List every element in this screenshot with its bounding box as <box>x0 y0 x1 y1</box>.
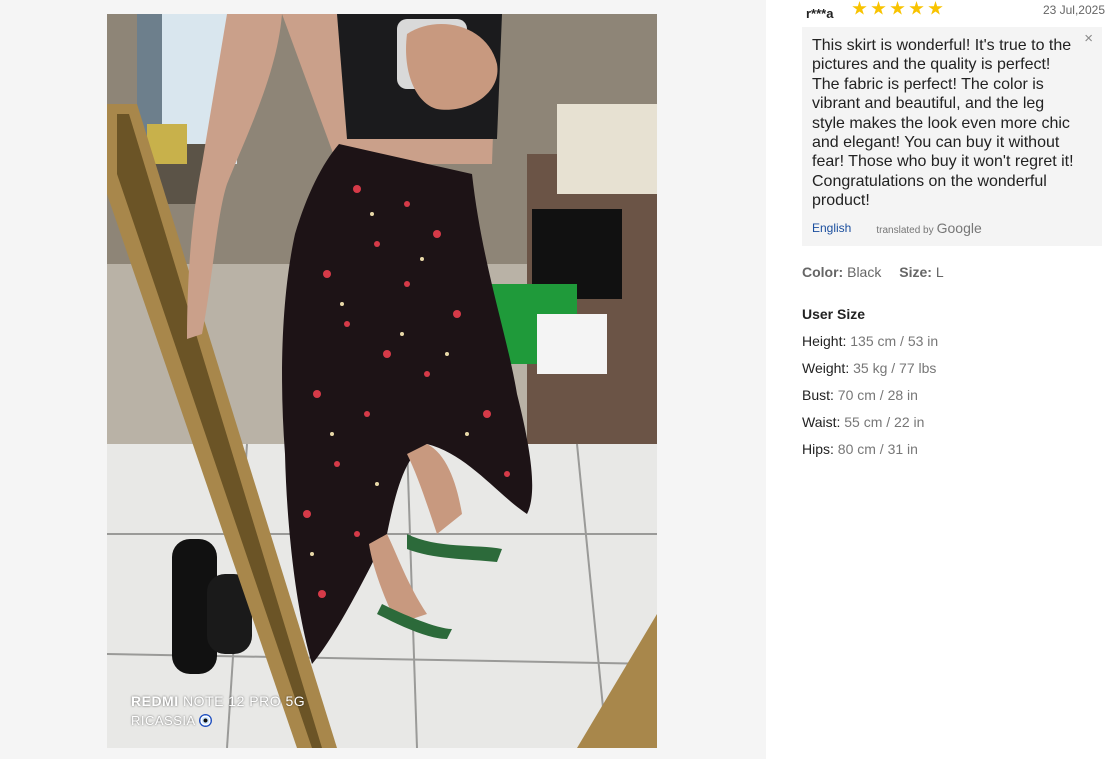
star-icon <box>890 1 905 15</box>
review-photo-image <box>107 14 657 748</box>
size-label: Hips: <box>802 440 834 457</box>
size-label: Height: <box>802 332 847 349</box>
star-icon <box>852 1 867 15</box>
review-content-box: × This skirt is wonderful! It's true to … <box>802 27 1102 246</box>
size-value: 55 cm / 22 in <box>844 413 925 430</box>
photo-panel: REDMI NOTE 12 PRO 5G RICASSIA <box>0 0 766 759</box>
photo-watermark: REDMI NOTE 12 PRO 5G RICASSIA <box>131 693 305 728</box>
close-icon[interactable]: × <box>1084 31 1093 46</box>
translated-by-label: translated by <box>876 224 934 236</box>
color-value: Black <box>847 263 882 280</box>
user-size-title: User Size <box>802 305 866 322</box>
user-size-hips: Hips: 80 cm / 31 in <box>802 441 1107 457</box>
size-value: 35 kg / 77 lbs <box>853 359 937 376</box>
star-icon <box>909 1 924 15</box>
review-date: 23 Jul,2025 <box>1042 3 1105 17</box>
size-value: 135 cm / 53 in <box>850 332 939 349</box>
user-size-height: Height: 135 cm / 53 in <box>802 333 1107 349</box>
review-text: This skirt is wonderful! It's true to th… <box>812 37 1074 210</box>
user-size-bust: Bust: 70 cm / 28 in <box>802 387 1107 403</box>
star-rating <box>852 1 943 16</box>
google-logo: Google <box>936 219 982 236</box>
color-label: Color: <box>802 263 844 280</box>
size-label: Weight: <box>802 359 850 376</box>
translation-language-link[interactable]: English <box>812 221 851 235</box>
star-icon <box>871 1 886 15</box>
watermark-user: RICASSIA <box>131 713 196 728</box>
evil-eye-icon <box>198 714 212 727</box>
watermark-model: NOTE 12 PRO 5G <box>183 693 306 709</box>
size-label: Bust: <box>802 386 834 403</box>
translated-by: translated by Google <box>876 220 981 236</box>
translation-bar: English translated by Google <box>812 220 1076 236</box>
reviewer-name: r***a <box>806 6 834 21</box>
size-value: 70 cm / 28 in <box>837 386 918 403</box>
star-icon <box>928 1 943 15</box>
watermark-brand: REDMI <box>131 693 179 709</box>
review-header: r***a 23 Jul,2025 <box>802 0 1107 24</box>
sku-info: Color: Black Size: L <box>802 264 1107 280</box>
review-panel: r***a 23 Jul,2025 × This skirt is wonder… <box>802 0 1107 457</box>
size-label: Size: <box>899 263 932 280</box>
size-label: Waist: <box>802 413 841 430</box>
size-value: 80 cm / 31 in <box>837 440 918 457</box>
review-photo[interactable]: REDMI NOTE 12 PRO 5G RICASSIA <box>107 14 657 748</box>
size-value: L <box>935 263 944 280</box>
user-size-waist: Waist: 55 cm / 22 in <box>802 414 1107 430</box>
user-size-weight: Weight: 35 kg / 77 lbs <box>802 360 1107 376</box>
